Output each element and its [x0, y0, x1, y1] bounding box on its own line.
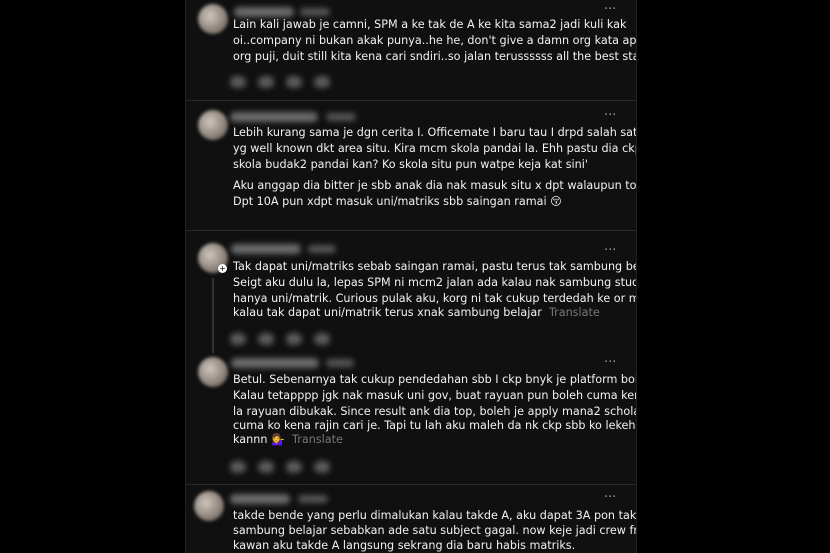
like-icon[interactable] [230, 461, 246, 473]
post-text-line: oi..company ni bukan akak punya..he he, … [233, 34, 637, 47]
threads-feed: ··· Lain kali jawab je camni, SPM a ke t… [185, 0, 637, 553]
share-icon[interactable] [314, 461, 330, 473]
timestamp-blurred [326, 359, 354, 367]
avatar[interactable] [198, 357, 228, 387]
post-text-segment: Dpt 10A pun xdpt masuk uni/matriks sbb s… [233, 195, 547, 208]
timestamp-blurred [300, 8, 330, 16]
username-blurred[interactable] [231, 244, 301, 254]
username-blurred[interactable] [234, 7, 294, 17]
post-actions [230, 73, 342, 89]
more-options-icon[interactable]: ··· [604, 491, 616, 504]
avatar[interactable] [194, 491, 224, 521]
timestamp-blurred [298, 495, 328, 503]
repost-icon[interactable] [286, 333, 302, 345]
post-text-line: Aku anggap dia bitter je sbb anak dia na… [233, 179, 637, 192]
post-text-line: Tak dapat uni/matriks sebab saingan rama… [233, 260, 637, 273]
more-options-icon[interactable]: ··· [604, 356, 616, 369]
post-text-line: Kalau tetapppp jgk nak masuk uni gov, bu… [233, 389, 636, 402]
post-text-line: kalau tak dapat uni/matrik terus xnak sa… [233, 305, 600, 322]
timestamp-blurred [326, 113, 356, 121]
post-text-line: kawan aku takde A langsung sekrang dia b… [233, 539, 576, 552]
translate-link[interactable]: Translate [292, 433, 343, 446]
more-options-icon[interactable]: ··· [604, 3, 616, 16]
username-blurred[interactable] [230, 494, 290, 504]
share-icon[interactable] [314, 333, 330, 345]
more-options-icon[interactable]: ··· [604, 244, 616, 257]
post-text-line: yg well known dkt area situ. Kira mcm sk… [233, 142, 636, 155]
like-icon[interactable] [230, 76, 246, 88]
reply-icon[interactable] [258, 333, 274, 345]
post-divider [186, 230, 636, 231]
username-blurred[interactable] [230, 112, 318, 122]
post-divider [186, 100, 636, 101]
post-text-line: skola budak2 pandai kan? Ko skola situ p… [233, 158, 588, 171]
like-icon[interactable] [230, 333, 246, 345]
share-icon[interactable] [314, 76, 330, 88]
thread-line [212, 278, 214, 353]
avatar[interactable] [198, 110, 228, 140]
post-actions [230, 458, 342, 474]
emoji: 😚 [550, 195, 562, 208]
avatar[interactable] [198, 4, 228, 34]
post-text-line: Lebih kurang sama je dgn cerita I. Offic… [233, 126, 637, 139]
translate-link[interactable]: Translate [549, 306, 600, 319]
post-text-line: Dpt 10A pun xdpt masuk uni/matriks sbb s… [233, 194, 562, 211]
emoji: 💁‍♀️ [270, 433, 285, 446]
post-text-segment: kannn [233, 433, 268, 446]
post-divider [186, 484, 636, 485]
timestamp-blurred [308, 245, 336, 253]
username-blurred[interactable] [231, 358, 319, 368]
repost-icon[interactable] [286, 461, 302, 473]
post-text-line: Seigt aku dulu la, lepas SPM ni mcm2 jal… [233, 276, 636, 289]
post-text-line: kannn 💁‍♀️ Translate [233, 432, 343, 449]
more-options-icon[interactable]: ··· [604, 109, 616, 122]
repost-icon[interactable] [286, 76, 302, 88]
post-text-line: org puji, duit still kita kena cari sndi… [233, 50, 636, 63]
post-text-segment: kalau tak dapat uni/matrik terus xnak sa… [233, 306, 542, 319]
reply-icon[interactable] [258, 461, 274, 473]
post-actions [230, 330, 342, 346]
reply-icon[interactable] [258, 76, 274, 88]
post-text-line: Lain kali jawab je camni, SPM a ke tak d… [233, 18, 627, 31]
post-text-line: Betul. Sebenarnya tak cukup pendedahan s… [233, 373, 636, 386]
follow-plus-icon[interactable]: + [218, 264, 227, 273]
